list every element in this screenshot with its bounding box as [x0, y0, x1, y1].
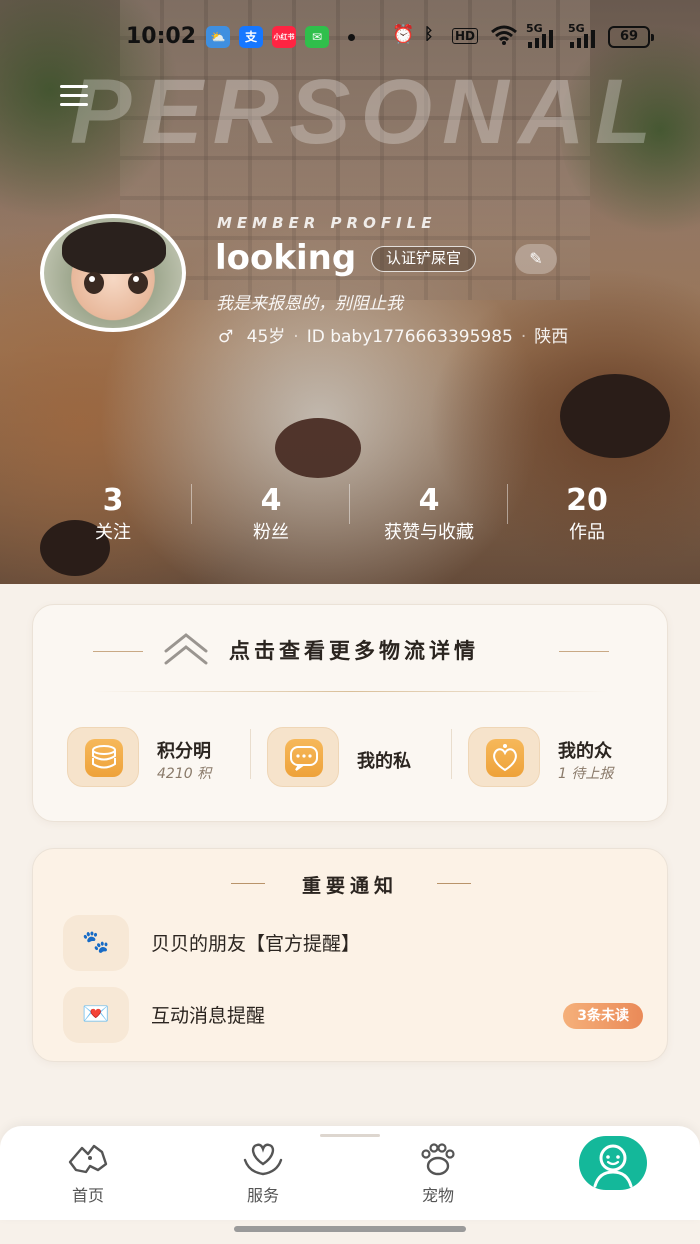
stat-likes-collections[interactable]: 4 获赞与收藏 — [354, 482, 504, 546]
coin-stack-icon — [67, 727, 139, 787]
xiaohongshu-app-icon: 小红书 — [272, 26, 296, 48]
hd-icon: HD — [452, 28, 479, 44]
profile-meta: ♂ 45岁 · ID baby1776663395985 · 陕西 — [218, 327, 569, 347]
location-text: 陕西 — [534, 327, 569, 347]
love-letter-icon: 💌 — [63, 987, 129, 1043]
paw-heart-icon — [468, 727, 540, 787]
avatar[interactable] — [40, 214, 186, 332]
watermark-text: PERSONAL — [70, 61, 662, 163]
alarm-icon: ⏰ — [392, 24, 415, 45]
notice-item-interaction[interactable]: 💌 互动消息提醒 3条未读 — [63, 987, 643, 1043]
chevron-up-icon — [164, 633, 208, 665]
logistics-card: 点击查看更多物流详情 积分明 4210 积 我的私 我的众 1 待上报 — [32, 604, 668, 822]
status-bar: 10:02 ⛅ 支 小红书 ✉ ⏰ ᛒ HD 5G 5G 69 — [0, 20, 700, 54]
bluetooth-icon: ᛒ — [424, 24, 434, 43]
tab-service[interactable]: 服务 — [218, 1140, 308, 1210]
gender-icon: ♂ — [218, 327, 234, 347]
messages-app-icon: ✉ — [305, 26, 329, 48]
pencil-icon: ✎ — [529, 249, 543, 268]
edit-profile-button[interactable]: ✎ — [515, 244, 557, 274]
bottom-tab-bar: 首页 服务 宠物 — [0, 1126, 700, 1220]
notice-card: 重要通知 🐾 贝贝的朋友【官方提醒】 💌 互动消息提醒 3条未读 — [32, 848, 668, 1062]
notification-dot — [348, 34, 355, 41]
profile-face-icon — [593, 1144, 633, 1188]
crowd-report-button[interactable]: 我的众 1 待上报 — [468, 727, 648, 789]
logistics-details-link[interactable]: 点击查看更多物流详情 — [33, 631, 667, 671]
unread-badge: 3条未读 — [563, 1003, 643, 1029]
paw-prints-icon: 🐾 — [63, 915, 129, 971]
stat-following[interactable]: 3 关注 — [38, 482, 188, 546]
menu-icon[interactable] — [60, 85, 88, 107]
notice-title: 重要通知 — [301, 875, 398, 897]
tab-profile[interactable] — [579, 1136, 647, 1190]
certification-badge: 认证铲屎官 — [371, 246, 477, 272]
weather-app-icon: ⛅ — [206, 26, 230, 48]
service-heart-icon — [243, 1143, 283, 1176]
wifi-icon — [490, 24, 518, 51]
signal-icon — [528, 30, 558, 53]
points-detail-button[interactable]: 积分明 4210 积 — [67, 727, 247, 789]
alipay-app-icon: 支 — [239, 26, 263, 48]
member-profile-label: MEMBER PROFILE — [217, 214, 437, 232]
private-messages-button[interactable]: 我的私 — [267, 727, 447, 789]
tab-home[interactable]: 首页 — [43, 1140, 133, 1210]
tab-pets[interactable]: 宠物 — [393, 1140, 483, 1210]
stats-row: 3 关注 4 粉丝 4 获赞与收藏 20 作品 — [0, 482, 700, 552]
logistics-title: 点击查看更多物流详情 — [229, 639, 479, 663]
notice-item-official[interactable]: 🐾 贝贝的朋友【官方提醒】 — [63, 915, 643, 971]
home-indicator — [234, 1226, 466, 1232]
user-id-text: ID baby1776663395985 — [306, 327, 513, 347]
paw-icon — [421, 1143, 455, 1176]
bio-text: 我是来报恩的，别阻止我 — [216, 294, 403, 314]
age-text: 45岁 — [246, 327, 286, 347]
stat-works[interactable]: 20 作品 — [512, 482, 662, 546]
status-time: 10:02 — [126, 24, 197, 49]
battery-icon: 69 — [608, 26, 654, 48]
signal-icon — [570, 30, 600, 53]
stat-followers[interactable]: 4 粉丝 — [196, 482, 346, 546]
chat-bubble-icon — [267, 727, 339, 787]
username: looking — [215, 238, 357, 278]
home-dog-icon — [68, 1144, 108, 1174]
